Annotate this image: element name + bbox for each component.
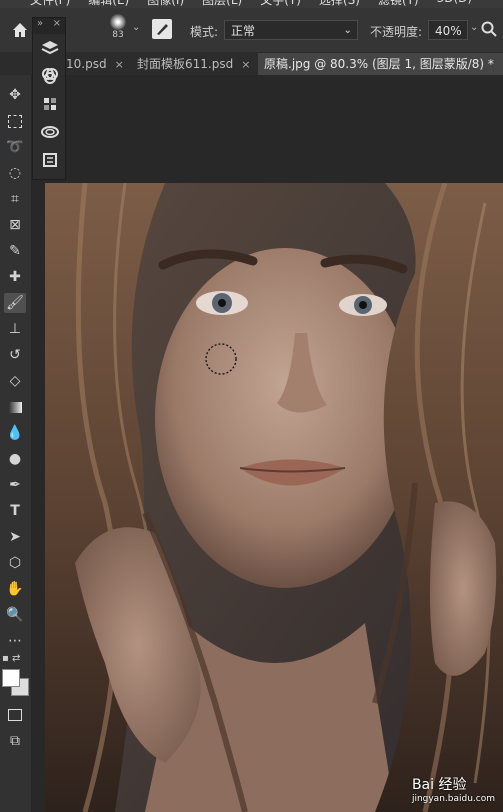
mode-value: 正常 (231, 24, 256, 38)
frame-tool-icon[interactable]: ⊠ (4, 215, 26, 235)
layers-icon[interactable] (33, 34, 67, 62)
chevron-down-icon: ⌄ (343, 25, 352, 36)
screen-mode-icon[interactable]: ⧉ (4, 731, 26, 751)
move-tool-icon[interactable]: ✥ (4, 85, 26, 105)
watermark: Bai 经验 jingyan.baidu.com (412, 774, 495, 804)
path-select-icon[interactable]: ➤ (4, 527, 26, 547)
watermark-url: jingyan.baidu.com (411, 794, 495, 804)
opacity-value: 40% (435, 24, 462, 38)
clone-stamp-icon[interactable]: ⊥ (4, 319, 26, 339)
floating-panel-dock: » × (32, 17, 66, 180)
brush-settings-icon[interactable] (152, 19, 172, 39)
menu-filter[interactable]: 滤镜(T) (378, 0, 419, 8)
foreground-color-swatch[interactable] (2, 669, 20, 687)
panel-header: » × (33, 18, 65, 34)
pen-tool-icon[interactable]: ✒ (4, 475, 26, 495)
eyedropper-icon[interactable]: ✎ (4, 241, 26, 261)
tab-label: 10.psd (66, 57, 107, 71)
color-swatches[interactable] (2, 669, 29, 696)
eraser-icon[interactable]: ◇ (4, 371, 26, 391)
properties-icon[interactable] (33, 90, 67, 118)
lasso-tool-icon[interactable]: ➰ (4, 137, 26, 157)
hand-tool-icon[interactable]: ✋ (4, 579, 26, 599)
portrait-photo[interactable]: Bai 经验 jingyan.baidu.com (45, 183, 503, 812)
channels-icon[interactable] (33, 62, 67, 90)
search-icon[interactable] (480, 20, 498, 38)
shape-tool-icon[interactable]: ⬡ (4, 553, 26, 573)
mode-select[interactable]: 正常 ⌄ (224, 20, 358, 40)
chevron-down-icon[interactable]: ⌄ (132, 22, 140, 33)
quick-select-icon[interactable]: ◌ (4, 163, 26, 183)
history-brush-icon[interactable]: ↺ (4, 345, 26, 365)
menu-image[interactable]: 图像(I) (147, 0, 184, 8)
brush-size-value: 83 (112, 30, 124, 40)
healing-brush-icon[interactable]: ✚ (4, 267, 26, 287)
more-tools-icon[interactable]: ⋯ (4, 631, 26, 651)
menu-3d[interactable]: 3D(D) (437, 0, 472, 8)
close-icon[interactable]: × (241, 58, 250, 71)
tab-label: 原稿.jpg @ 80.3% (图层 1, 图层蒙版/8) * (264, 57, 494, 71)
tab-10-psd[interactable]: 10.psd × (66, 53, 124, 75)
libraries-icon[interactable] (33, 118, 67, 146)
close-icon[interactable]: × (53, 18, 61, 34)
brush-tool-icon[interactable]: 🖌 (4, 293, 26, 313)
chevron-down-icon[interactable]: ⌄ (470, 22, 478, 33)
type-tool-icon[interactable]: T (4, 501, 26, 521)
collapse-icon[interactable]: » (37, 18, 43, 34)
menu-edit[interactable]: 编辑(E) (88, 0, 129, 8)
options-bar: 83 ⌄ 模式: 正常 ⌄ 不透明度: 40% ⌄ (0, 8, 503, 53)
document-tabs: 10.psd × 封面模板611.psd × 原稿.jpg @ 80.3% (图层 … (0, 53, 503, 75)
tab-original-jpg[interactable]: 原稿.jpg @ 80.3% (图层 1, 图层蒙版/8) *× (258, 53, 503, 75)
menu-type[interactable]: 文字(Y) (260, 0, 301, 8)
marquee-tool-icon[interactable] (4, 111, 26, 131)
opacity-label: 不透明度: (370, 25, 423, 39)
home-icon[interactable] (10, 20, 30, 40)
tab-label: 封面模板611.psd (137, 57, 234, 71)
tools-panel: ✥ ➰ ◌ ⌗ ⊠ ✎ ✚ 🖌 ⊥ ↺ ◇ 💧 ● ✒ T ➤ ⬡ ✋ 🔍 ⋯ … (0, 75, 32, 812)
menu-file[interactable]: 文件(F) (30, 0, 70, 8)
mode-label: 模式: (190, 25, 219, 39)
menu-layer[interactable]: 图层(L) (202, 0, 242, 8)
quick-mask-icon[interactable] (4, 705, 26, 725)
dodge-tool-icon[interactable]: ● (4, 449, 26, 469)
opacity-field[interactable]: 40% (428, 20, 468, 40)
close-icon[interactable]: × (115, 58, 124, 71)
gradient-icon[interactable] (4, 397, 26, 417)
menu-bar: 文件(F) 编辑(E) 图像(I) 图层(L) 文字(Y) 选择(S) 滤镜(T… (0, 0, 503, 8)
crop-tool-icon[interactable]: ⌗ (4, 189, 26, 209)
notes-icon[interactable] (33, 146, 67, 174)
zoom-tool-icon[interactable]: 🔍 (4, 605, 26, 625)
brush-preset-picker[interactable]: 83 (106, 12, 130, 48)
blur-tool-icon[interactable]: 💧 (4, 423, 26, 443)
tab-cover-template[interactable]: 封面模板611.psd × (137, 53, 250, 75)
watermark-brand: Bai 经验 (411, 777, 467, 793)
swap-colors-icon[interactable]: ▪ ⇄ (2, 653, 20, 664)
menu-select[interactable]: 选择(S) (319, 0, 360, 8)
brush-tip-icon (110, 14, 126, 30)
